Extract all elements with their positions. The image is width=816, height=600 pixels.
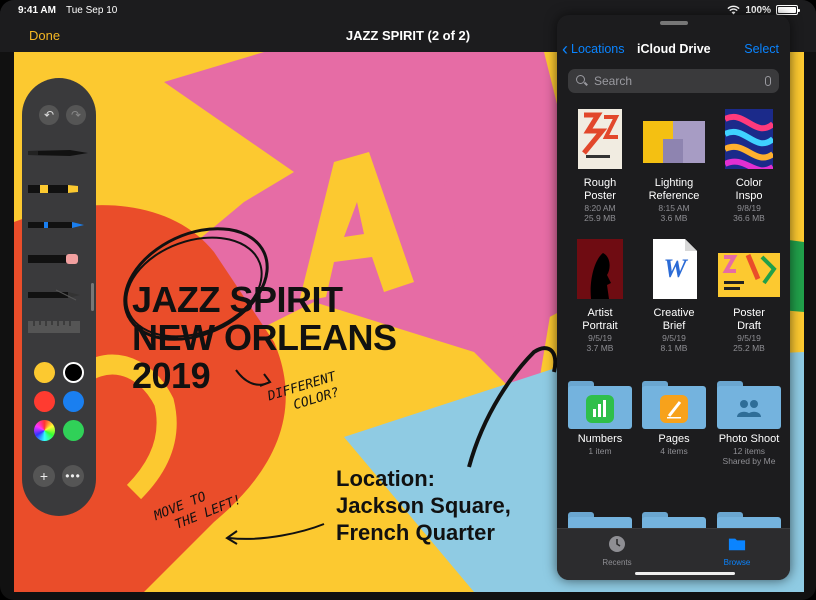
color-picker-wheel[interactable] [34, 420, 55, 441]
marker-tool[interactable] [26, 180, 88, 198]
file-name: Creative Brief [653, 307, 695, 332]
tab-recents[interactable]: Recents [577, 535, 657, 567]
file-item[interactable]: W Creative Brief 9/5/19 8.1 MB [637, 239, 711, 353]
search-placeholder: Search [594, 74, 633, 88]
file-item[interactable]: Rough Poster 8:20 AM 25.9 MB [563, 109, 637, 223]
thumbnail-color-inspo [723, 109, 775, 174]
file-item[interactable]: Lighting Reference 8:15 AM 3.6 MB [637, 109, 711, 223]
locations-back-button[interactable]: ‹ Locations [562, 39, 625, 59]
eraser-tool[interactable] [26, 250, 88, 268]
file-meta: 8:20 AM 25.9 MB [584, 203, 616, 223]
tab-label: Recents [602, 558, 632, 567]
location-line-1: Location: [336, 466, 435, 491]
folder-meta: 4 items [660, 446, 688, 456]
files-tab-bar: Recents Browse [557, 528, 790, 580]
color-swatch-red[interactable] [34, 391, 55, 412]
file-meta: 8:15 AM 3.6 MB [658, 203, 690, 223]
battery-percent: 100% [745, 4, 771, 16]
people-icon [737, 400, 761, 417]
poster-headline: JAZZ SPIRIT NEW ORLEANS 2019 [132, 281, 397, 394]
file-meta: 9/5/19 25.2 MB [733, 333, 765, 353]
color-swatch-blue[interactable] [63, 391, 84, 412]
microphone-icon[interactable] [765, 76, 771, 86]
files-header: ‹ Locations iCloud Drive Select [557, 39, 790, 62]
folder-item[interactable]: Numbers 1 item [563, 381, 637, 456]
pencil-icon [28, 222, 84, 228]
status-date: Tue Sep 10 [65, 4, 118, 16]
folder-icon [728, 538, 746, 551]
tab-label: Browse [723, 558, 751, 567]
numbers-app-icon [586, 395, 614, 423]
markup-tool-palette: ↶ ↷ + ••• [22, 78, 96, 516]
pencil-tool[interactable] [26, 216, 88, 234]
clock-icon [609, 536, 625, 552]
add-button[interactable]: + [33, 465, 55, 487]
home-indicator [635, 572, 735, 575]
battery-icon [776, 5, 800, 15]
color-swatch-yellow[interactable] [34, 362, 55, 383]
thumbnail-rough-poster [578, 109, 622, 169]
redo-button[interactable]: ↷ [66, 105, 86, 125]
folder-name: Photo Shoot [718, 433, 780, 445]
file-item[interactable]: Color Inspo 9/8/19 36.6 MB [712, 109, 786, 223]
slide-over-grabber[interactable] [660, 21, 688, 25]
thumbnail-artist-portrait [577, 239, 623, 299]
ruler-icon [28, 321, 80, 333]
wifi-icon [727, 5, 741, 15]
folder-meta: 1 item [588, 446, 612, 456]
file-meta: 9/5/19 3.7 MB [586, 333, 614, 353]
pages-app-icon [660, 395, 688, 423]
thumbnail-lighting-reference [643, 121, 705, 163]
file-name: Color Inspo [735, 177, 763, 202]
ruler-tool[interactable] [26, 318, 88, 336]
tab-browse[interactable]: Browse [697, 535, 777, 567]
location-line-3: French Quarter [336, 519, 495, 545]
select-button[interactable]: Select [744, 42, 779, 56]
folder-item[interactable]: Pages 4 items [637, 381, 711, 456]
search-icon [576, 75, 588, 87]
pen-icon [28, 150, 88, 156]
file-name: Poster Draft [733, 307, 765, 332]
file-item[interactable]: Artist Portrait 9/5/19 3.7 MB [563, 239, 637, 353]
undo-button[interactable]: ↶ [39, 105, 59, 125]
lasso-icon [28, 289, 80, 301]
poster-location: Location: Jackson Square, French Quarter [336, 466, 511, 546]
word-document-icon: W [653, 239, 697, 299]
shared-folder-icon [717, 381, 781, 429]
marker-icon [28, 185, 78, 193]
location-line-2: Jackson Square, [336, 492, 511, 518]
back-label: Locations [571, 42, 625, 56]
folder-item[interactable]: Photo Shoot 12 items Shared by Me [712, 381, 786, 466]
search-field[interactable]: Search [568, 69, 779, 93]
file-name: Lighting Reference [648, 177, 700, 202]
file-name: Artist Portrait [582, 307, 618, 332]
file-meta: 9/5/19 8.1 MB [660, 333, 688, 353]
svg-text:W: W [663, 254, 688, 283]
chevron-left-icon: ‹ [562, 39, 568, 59]
folder-icon [568, 381, 632, 429]
file-name: Rough Poster [583, 177, 617, 202]
folder-icon [642, 381, 706, 429]
color-swatch-black[interactable] [63, 362, 84, 383]
pen-tool[interactable] [26, 144, 88, 162]
status-time: 9:41 AM [18, 4, 56, 16]
file-meta: 9/8/19 36.6 MB [733, 203, 765, 223]
ipad-screen: 9:41 AM Tue Sep 10 100% Done JAZZ SPIRIT… [0, 0, 816, 600]
folder-name: Pages [658, 433, 690, 445]
folder-name: Numbers [577, 433, 623, 445]
status-right: 100% [727, 4, 800, 16]
lasso-tool[interactable] [26, 286, 88, 304]
eraser-icon [28, 254, 78, 264]
files-title: iCloud Drive [637, 42, 711, 56]
headline-line-3: 2019 [132, 354, 211, 396]
headline-line-2: NEW ORLEANS [132, 316, 397, 358]
folder-meta: 12 items Shared by Me [722, 446, 776, 466]
files-slide-over: ‹ Locations iCloud Drive Select Search R… [557, 15, 790, 580]
color-swatch-green[interactable] [63, 420, 84, 441]
headline-line-1: JAZZ SPIRIT [132, 279, 343, 320]
more-button[interactable]: ••• [62, 465, 84, 487]
palette-drag-handle[interactable] [91, 283, 94, 311]
file-item[interactable]: Poster Draft 9/5/19 25.2 MB [712, 239, 786, 353]
thumbnail-poster-draft [718, 253, 780, 297]
